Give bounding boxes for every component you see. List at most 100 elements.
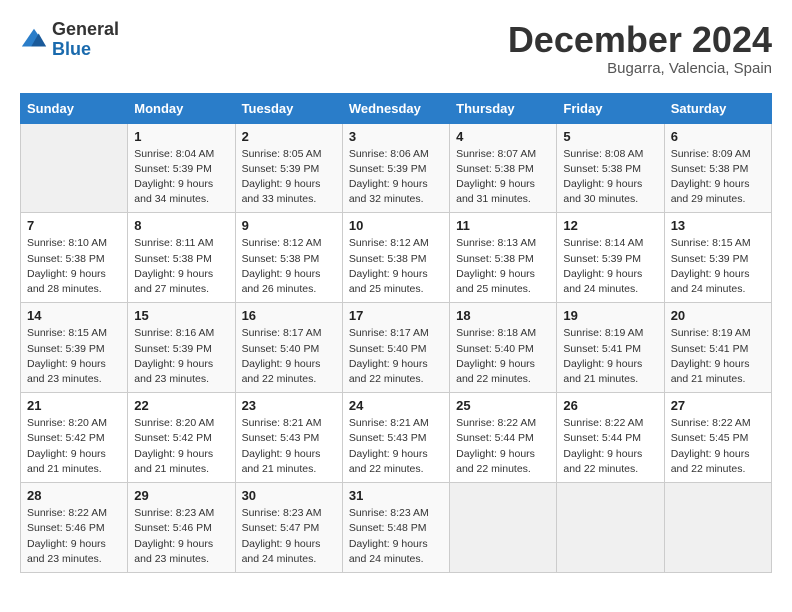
day-info: Sunrise: 8:17 AMSunset: 5:40 PMDaylight:… xyxy=(242,326,336,387)
table-row: 2Sunrise: 8:05 AMSunset: 5:39 PMDaylight… xyxy=(235,123,342,213)
day-number: 28 xyxy=(27,488,121,503)
day-info: Sunrise: 8:07 AMSunset: 5:38 PMDaylight:… xyxy=(456,147,550,208)
day-info: Sunrise: 8:19 AMSunset: 5:41 PMDaylight:… xyxy=(563,326,657,387)
table-row: 10Sunrise: 8:12 AMSunset: 5:38 PMDayligh… xyxy=(342,213,449,303)
table-row: 25Sunrise: 8:22 AMSunset: 5:44 PMDayligh… xyxy=(450,393,557,483)
day-number: 13 xyxy=(671,218,765,233)
table-row: 29Sunrise: 8:23 AMSunset: 5:46 PMDayligh… xyxy=(128,483,235,573)
table-row: 28 Sunrise: 8:22 AMSunset: 5:46 PMDayligh… xyxy=(21,483,128,573)
calendar-table: Sunday Monday Tuesday Wednesday Thursday… xyxy=(20,93,772,573)
day-number: 24 xyxy=(349,398,443,413)
calendar-week-row: 28 Sunrise: 8:22 AMSunset: 5:46 PMDayligh… xyxy=(21,483,772,573)
calendar-week-row: 1 Sunrise: 8:04 AMSunset: 5:39 PMDaylight… xyxy=(21,123,772,213)
calendar-week-row: 7Sunrise: 8:10 AMSunset: 5:38 PMDaylight… xyxy=(21,213,772,303)
day-number: 2 xyxy=(242,129,336,144)
day-number: 26 xyxy=(563,398,657,413)
table-row: 16 Sunrise: 8:17 AMSunset: 5:40 PMDayligh… xyxy=(235,303,342,393)
col-sunday: Sunday xyxy=(21,93,128,123)
col-tuesday: Tuesday xyxy=(235,93,342,123)
calendar-header-row: Sunday Monday Tuesday Wednesday Thursday… xyxy=(21,93,772,123)
day-info: Sunrise: 8:22 AMSunset: 5:46 PMDaylight:… xyxy=(27,506,121,567)
table-row xyxy=(21,123,128,213)
day-number: 4 xyxy=(456,129,550,144)
day-number: 8 xyxy=(134,218,228,233)
table-row: 1 Sunrise: 8:04 AMSunset: 5:39 PMDaylight… xyxy=(128,123,235,213)
table-row: 23 Sunrise: 8:21 AMSunset: 5:43 PMDayligh… xyxy=(235,393,342,483)
table-row: 3Sunrise: 8:06 AMSunset: 5:39 PMDaylight… xyxy=(342,123,449,213)
table-row: 22 Sunrise: 8:20 AMSunset: 5:42 PMDayligh… xyxy=(128,393,235,483)
day-info: Sunrise: 8:15 AMSunset: 5:39 PMDaylight:… xyxy=(671,236,765,297)
day-info: Sunrise: 8:21 AMSunset: 5:43 PMDaylight:… xyxy=(349,416,443,477)
day-info: Sunrise: 8:08 AMSunset: 5:38 PMDaylight:… xyxy=(563,147,657,208)
day-number: 20 xyxy=(671,308,765,323)
day-info: Sunrise: 8:04 AMSunset: 5:39 PMDaylight:… xyxy=(134,147,228,208)
day-info: Sunrise: 8:17 AMSunset: 5:40 PMDaylight:… xyxy=(349,326,443,387)
month-title: December 2024 xyxy=(508,20,772,60)
day-info: Sunrise: 8:14 AMSunset: 5:39 PMDaylight:… xyxy=(563,236,657,297)
day-info: Sunrise: 8:22 AMSunset: 5:44 PMDaylight:… xyxy=(456,416,550,477)
day-info: Sunrise: 8:23 AMSunset: 5:46 PMDaylight:… xyxy=(134,506,228,567)
day-number: 30 xyxy=(242,488,336,503)
day-number: 31 xyxy=(349,488,443,503)
day-number: 16 xyxy=(242,308,336,323)
col-saturday: Saturday xyxy=(664,93,771,123)
day-number: 14 xyxy=(27,308,121,323)
day-info: Sunrise: 8:21 AMSunset: 5:43 PMDaylight:… xyxy=(242,416,336,477)
table-row: 14 Sunrise: 8:15 AMSunset: 5:39 PMDayligh… xyxy=(21,303,128,393)
day-info: Sunrise: 8:15 AMSunset: 5:39 PMDaylight:… xyxy=(27,326,121,387)
table-row: 12 Sunrise: 8:14 AMSunset: 5:39 PMDayligh… xyxy=(557,213,664,303)
table-row: 31 Sunrise: 8:23 AMSunset: 5:48 PMDayligh… xyxy=(342,483,449,573)
day-number: 12 xyxy=(563,218,657,233)
col-thursday: Thursday xyxy=(450,93,557,123)
day-info: Sunrise: 8:06 AMSunset: 5:39 PMDaylight:… xyxy=(349,147,443,208)
day-info: Sunrise: 8:16 AMSunset: 5:39 PMDaylight:… xyxy=(134,326,228,387)
logo-blue: Blue xyxy=(52,40,119,60)
logo-text: General Blue xyxy=(52,20,119,60)
table-row: 19 Sunrise: 8:19 AMSunset: 5:41 PMDayligh… xyxy=(557,303,664,393)
col-monday: Monday xyxy=(128,93,235,123)
calendar-week-row: 14 Sunrise: 8:15 AMSunset: 5:39 PMDayligh… xyxy=(21,303,772,393)
day-info: Sunrise: 8:13 AMSunset: 5:38 PMDaylight:… xyxy=(456,236,550,297)
day-info: Sunrise: 8:18 AMSunset: 5:40 PMDaylight:… xyxy=(456,326,550,387)
table-row: 17Sunrise: 8:17 AMSunset: 5:40 PMDayligh… xyxy=(342,303,449,393)
day-info: Sunrise: 8:20 AMSunset: 5:42 PMDaylight:… xyxy=(134,416,228,477)
table-row: 6 Sunrise: 8:09 AMSunset: 5:38 PMDaylight… xyxy=(664,123,771,213)
table-row xyxy=(664,483,771,573)
day-number: 15 xyxy=(134,308,228,323)
day-info: Sunrise: 8:19 AMSunset: 5:41 PMDaylight:… xyxy=(671,326,765,387)
table-row: 27 Sunrise: 8:22 AMSunset: 5:45 PMDayligh… xyxy=(664,393,771,483)
day-number: 27 xyxy=(671,398,765,413)
col-friday: Friday xyxy=(557,93,664,123)
day-info: Sunrise: 8:23 AMSunset: 5:47 PMDaylight:… xyxy=(242,506,336,567)
day-number: 23 xyxy=(242,398,336,413)
col-wednesday: Wednesday xyxy=(342,93,449,123)
calendar-week-row: 21Sunrise: 8:20 AMSunset: 5:42 PMDayligh… xyxy=(21,393,772,483)
day-number: 6 xyxy=(671,129,765,144)
day-number: 19 xyxy=(563,308,657,323)
table-row: 9 Sunrise: 8:12 AMSunset: 5:38 PMDaylight… xyxy=(235,213,342,303)
location: Bugarra, Valencia, Spain xyxy=(508,60,772,77)
day-number: 1 xyxy=(134,129,228,144)
table-row: 5 Sunrise: 8:08 AMSunset: 5:38 PMDaylight… xyxy=(557,123,664,213)
table-row: 21Sunrise: 8:20 AMSunset: 5:42 PMDayligh… xyxy=(21,393,128,483)
day-number: 5 xyxy=(563,129,657,144)
table-row: 24 Sunrise: 8:21 AMSunset: 5:43 PMDayligh… xyxy=(342,393,449,483)
day-number: 9 xyxy=(242,218,336,233)
day-info: Sunrise: 8:23 AMSunset: 5:48 PMDaylight:… xyxy=(349,506,443,567)
logo-general: General xyxy=(52,20,119,40)
table-row: 4 Sunrise: 8:07 AMSunset: 5:38 PMDaylight… xyxy=(450,123,557,213)
table-row: 11 Sunrise: 8:13 AMSunset: 5:38 PMDayligh… xyxy=(450,213,557,303)
day-number: 11 xyxy=(456,218,550,233)
day-info: Sunrise: 8:09 AMSunset: 5:38 PMDaylight:… xyxy=(671,147,765,208)
day-number: 22 xyxy=(134,398,228,413)
table-row: 7Sunrise: 8:10 AMSunset: 5:38 PMDaylight… xyxy=(21,213,128,303)
day-info: Sunrise: 8:12 AMSunset: 5:38 PMDaylight:… xyxy=(349,236,443,297)
page-header: General Blue December 2024 Bugarra, Vale… xyxy=(20,20,772,77)
day-info: Sunrise: 8:22 AMSunset: 5:45 PMDaylight:… xyxy=(671,416,765,477)
day-info: Sunrise: 8:22 AMSunset: 5:44 PMDaylight:… xyxy=(563,416,657,477)
day-number: 18 xyxy=(456,308,550,323)
table-row: 18 Sunrise: 8:18 AMSunset: 5:40 PMDayligh… xyxy=(450,303,557,393)
logo: General Blue xyxy=(20,20,119,60)
day-info: Sunrise: 8:11 AMSunset: 5:38 PMDaylight:… xyxy=(134,236,228,297)
day-info: Sunrise: 8:12 AMSunset: 5:38 PMDaylight:… xyxy=(242,236,336,297)
